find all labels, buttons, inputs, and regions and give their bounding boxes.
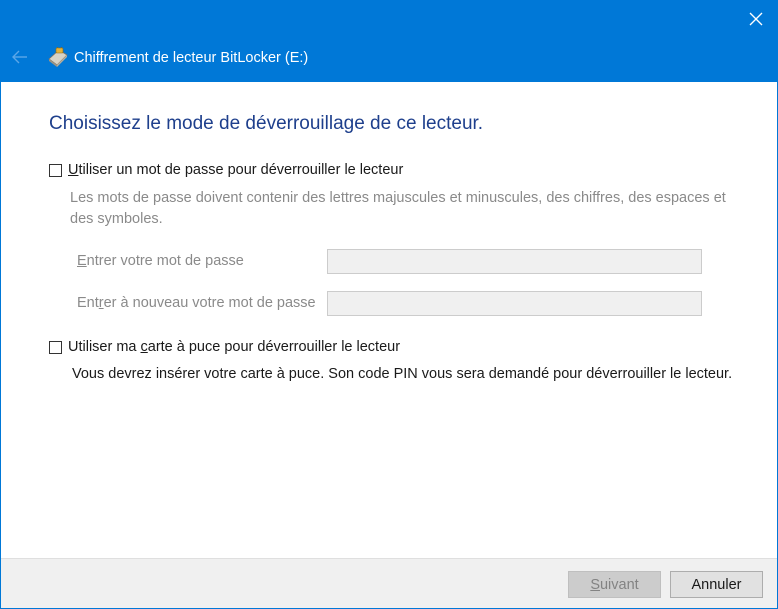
smartcard-option[interactable]: Utiliser ma carte à puce pour déverrouil… (49, 339, 400, 355)
bitlocker-dialog: Chiffrement de lecteur BitLocker (E:) Ch… (0, 0, 778, 609)
bitlocker-drive-icon (47, 43, 69, 69)
title-bar: Chiffrement de lecteur BitLocker (E:) (1, 1, 777, 82)
close-icon (749, 12, 763, 26)
close-button[interactable] (741, 5, 771, 33)
smartcard-option-label: Utiliser ma carte à puce pour déverrouil… (68, 339, 401, 355)
back-arrow-icon (12, 50, 27, 64)
reenter-password-label: Entrer à nouveau votre mot de passe (77, 295, 316, 311)
password-option[interactable]: Utiliser un mot de passe pour déverrouil… (49, 162, 403, 178)
password-hint: Les mots de passe doivent contenir des l… (70, 190, 726, 227)
cancel-button[interactable]: Annuler (670, 571, 763, 598)
back-button[interactable] (9, 47, 31, 67)
dialog-footer: Suivant Annuler (1, 558, 777, 608)
password-input[interactable] (327, 249, 702, 274)
page-heading: Choisissez le mode de déverrouillage de … (49, 113, 484, 134)
reenter-password-input[interactable] (327, 291, 702, 316)
password-option-label: Utiliser un mot de passe pour déverrouil… (68, 162, 404, 178)
smartcard-checkbox[interactable] (49, 340, 62, 354)
smartcard-info: Vous devrez insérer votre carte à puce. … (72, 366, 733, 382)
window-title: Chiffrement de lecteur BitLocker (E:) (74, 50, 309, 66)
password-checkbox[interactable] (49, 163, 62, 177)
enter-password-label: Entrer votre mot de passe (77, 253, 244, 269)
next-button[interactable]: Suivant (568, 571, 661, 598)
